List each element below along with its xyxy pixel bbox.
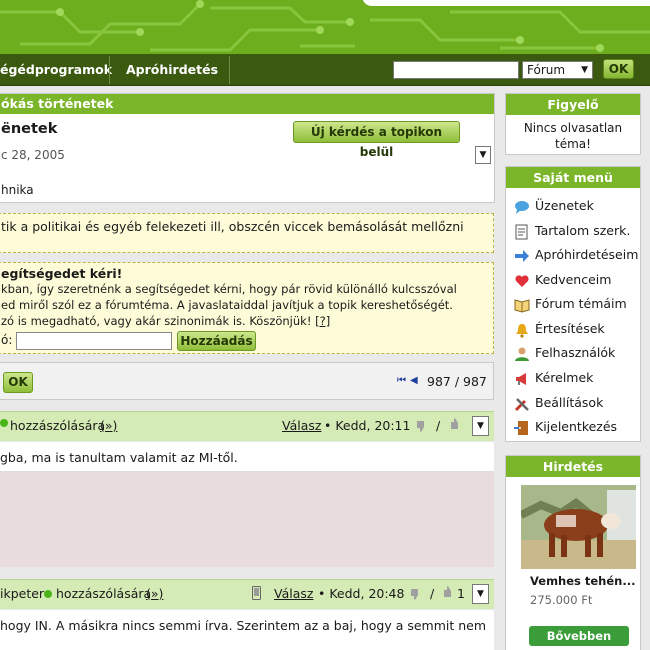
thumbs-up-icon[interactable] (448, 417, 462, 431)
tools-icon (514, 397, 529, 411)
first-page-icon[interactable]: ⏮ (397, 375, 406, 386)
my-menu-title: Saját menü (506, 167, 640, 188)
menu-item-requests[interactable]: Kérelmek (514, 369, 593, 387)
header-tab-decoration (362, 0, 650, 6)
menu-item-settings[interactable]: Beállítások (514, 394, 603, 412)
post-header: ikpeter hozzászólására (») Válasz • Kedd… (0, 579, 494, 609)
menu-item-forum-topics[interactable]: Fórum témáim (514, 295, 627, 313)
my-menu-box: Saját menü Üzenetek Tartalom szerk. Apró… (505, 166, 641, 442)
arrow-right-icon (515, 249, 529, 262)
user-icon (515, 347, 529, 361)
watch-box: Figyelő Nincs olvasatlan téma! (505, 93, 641, 155)
post-body: gba, ma is tanultam valamit az MI-től. (0, 442, 494, 472)
post-text: hogy IN. A másikra nincs semmi írva. Sze… (0, 618, 487, 633)
keyword-field-label: ó: (1, 333, 13, 347)
add-keyword-button[interactable]: Hozzáadás (177, 331, 256, 351)
ad-item-title[interactable]: Vemhes tehén... (530, 574, 635, 588)
circuit-pattern-decoration (0, 0, 650, 52)
prev-page-icon[interactable]: ◀ (410, 375, 418, 386)
reply-link[interactable]: Válasz (274, 586, 313, 601)
ad-box: Hirdetés Vemhes tehén... 275.000 Ft Bőve… (505, 455, 641, 650)
reply-to-text: hozzászólására (56, 586, 152, 601)
search-scope-select[interactable]: Fórum ▼ (522, 61, 593, 79)
pager-ok-button[interactable]: OK (3, 372, 33, 393)
menu-item-content-edit[interactable]: Tartalom szerk. (514, 222, 630, 240)
header-banner (0, 0, 650, 54)
vote-separator: / (430, 586, 435, 601)
keyword-input[interactable] (16, 332, 172, 350)
keyword-help-line: ed miről szól ez a fórumtéma. A javaslat… (1, 298, 453, 312)
thumbs-down-icon[interactable] (414, 419, 428, 433)
post-time: • Kedd, 20:11 (324, 418, 411, 433)
vote-separator: / (436, 418, 441, 433)
chevron-down-icon: ▼ (479, 150, 487, 160)
keyword-help-title: egítségedet kéri! (1, 266, 123, 281)
help-link[interactable]: [?] (315, 314, 330, 328)
watch-box-text: Nincs olvasatlan téma! (523, 121, 623, 151)
menu-item-users[interactable]: Felhasználók (514, 344, 615, 362)
new-question-button[interactable]: Új kérdés a topikon belül (293, 121, 460, 159)
post-header: hozzászólására (») Válasz • Kedd, 20:11 … (0, 411, 494, 441)
nav-item-classifieds[interactable]: Apróhirdetés (126, 54, 218, 86)
menu-item-favorites[interactable]: Kedvenceim (514, 271, 611, 289)
thumbs-down-icon[interactable] (408, 587, 422, 601)
post-options-dropdown[interactable]: ▼ (472, 584, 489, 604)
book-icon (514, 298, 530, 313)
ad-more-button[interactable]: Bővebben (529, 626, 629, 646)
topic-title: ënetek (1, 121, 58, 137)
section-title[interactable]: ókás történetek (0, 94, 494, 114)
nav-separator (229, 56, 230, 84)
rules-notice-text: tik a politikai és egyéb felekezeti ill,… (1, 219, 464, 234)
like-count: 1 (457, 586, 465, 601)
megaphone-icon (516, 372, 526, 385)
post-options-dropdown[interactable]: ▼ (472, 416, 489, 436)
topic-date: c 28, 2005 (1, 148, 65, 162)
message-bubble-icon (515, 200, 529, 214)
bell-icon (516, 323, 528, 338)
search-ok-button[interactable]: OK (603, 59, 634, 79)
keyword-help-line: kban, így szeretnénk a segítségedet kérn… (1, 282, 457, 296)
menu-item-messages[interactable]: Üzenetek (514, 197, 594, 215)
menu-item-my-classifieds[interactable]: Apróhirdetéseim (514, 246, 638, 264)
menu-item-logout[interactable]: Kijelentkezés (514, 418, 617, 436)
heart-icon (515, 274, 529, 287)
topic-header-box: ókás történetek ënetek Új kérdés a topik… (0, 93, 495, 203)
nav-item-programs[interactable]: égédprogramok (0, 54, 112, 86)
thumbs-up-icon[interactable] (441, 585, 455, 599)
keyword-help-box: egítségedet kéri! kban, így szeretnénk a… (0, 262, 494, 354)
search-input[interactable] (393, 61, 519, 79)
post-text: gba, ma is tanultam valamit az MI-től. (0, 450, 238, 465)
chevron-down-icon: ▼ (477, 421, 484, 431)
online-status-icon (44, 590, 52, 598)
search-scope-value: Fórum (527, 63, 566, 77)
ad-box-title: Hirdetés (506, 456, 640, 477)
post-author[interactable]: ikpeter (0, 586, 44, 601)
rules-notice: tik a politikai és egyéb felekezeti ill,… (0, 213, 494, 253)
menu-item-notifications[interactable]: Értesítések (514, 320, 605, 338)
chevron-down-icon: ▼ (477, 589, 484, 599)
post-time: • Kedd, 20:48 (318, 586, 405, 601)
ad-price: 275.000 Ft (530, 593, 593, 607)
page-indicator: 987 / 987 (427, 374, 487, 389)
mobile-phone-icon (252, 586, 261, 600)
topic-options-dropdown[interactable]: ▼ (475, 146, 491, 164)
post-quote-area (0, 472, 494, 567)
nav-separator (109, 56, 110, 84)
chevron-down-icon: ▼ (581, 65, 588, 75)
keyword-help-line: zó is megadható, vagy akár szinonimák is… (1, 314, 312, 328)
watch-box-title: Figyelő (506, 94, 640, 115)
post-body: hogy IN. A másikra nincs semmi írva. Sze… (0, 610, 494, 650)
reply-link[interactable]: Válasz (282, 418, 321, 433)
reply-to-link[interactable]: (») (146, 586, 163, 601)
online-status-icon (0, 419, 8, 427)
reply-to-link[interactable]: (») (100, 418, 117, 433)
reply-to-text: hozzászólására (10, 418, 106, 433)
document-icon (515, 224, 528, 239)
ad-image-cow[interactable] (521, 485, 636, 569)
pager-bar: OK ⏮ ◀ 987 / 987 (0, 362, 494, 400)
topic-category[interactable]: hnika (1, 183, 34, 197)
logout-door-icon (514, 420, 528, 435)
